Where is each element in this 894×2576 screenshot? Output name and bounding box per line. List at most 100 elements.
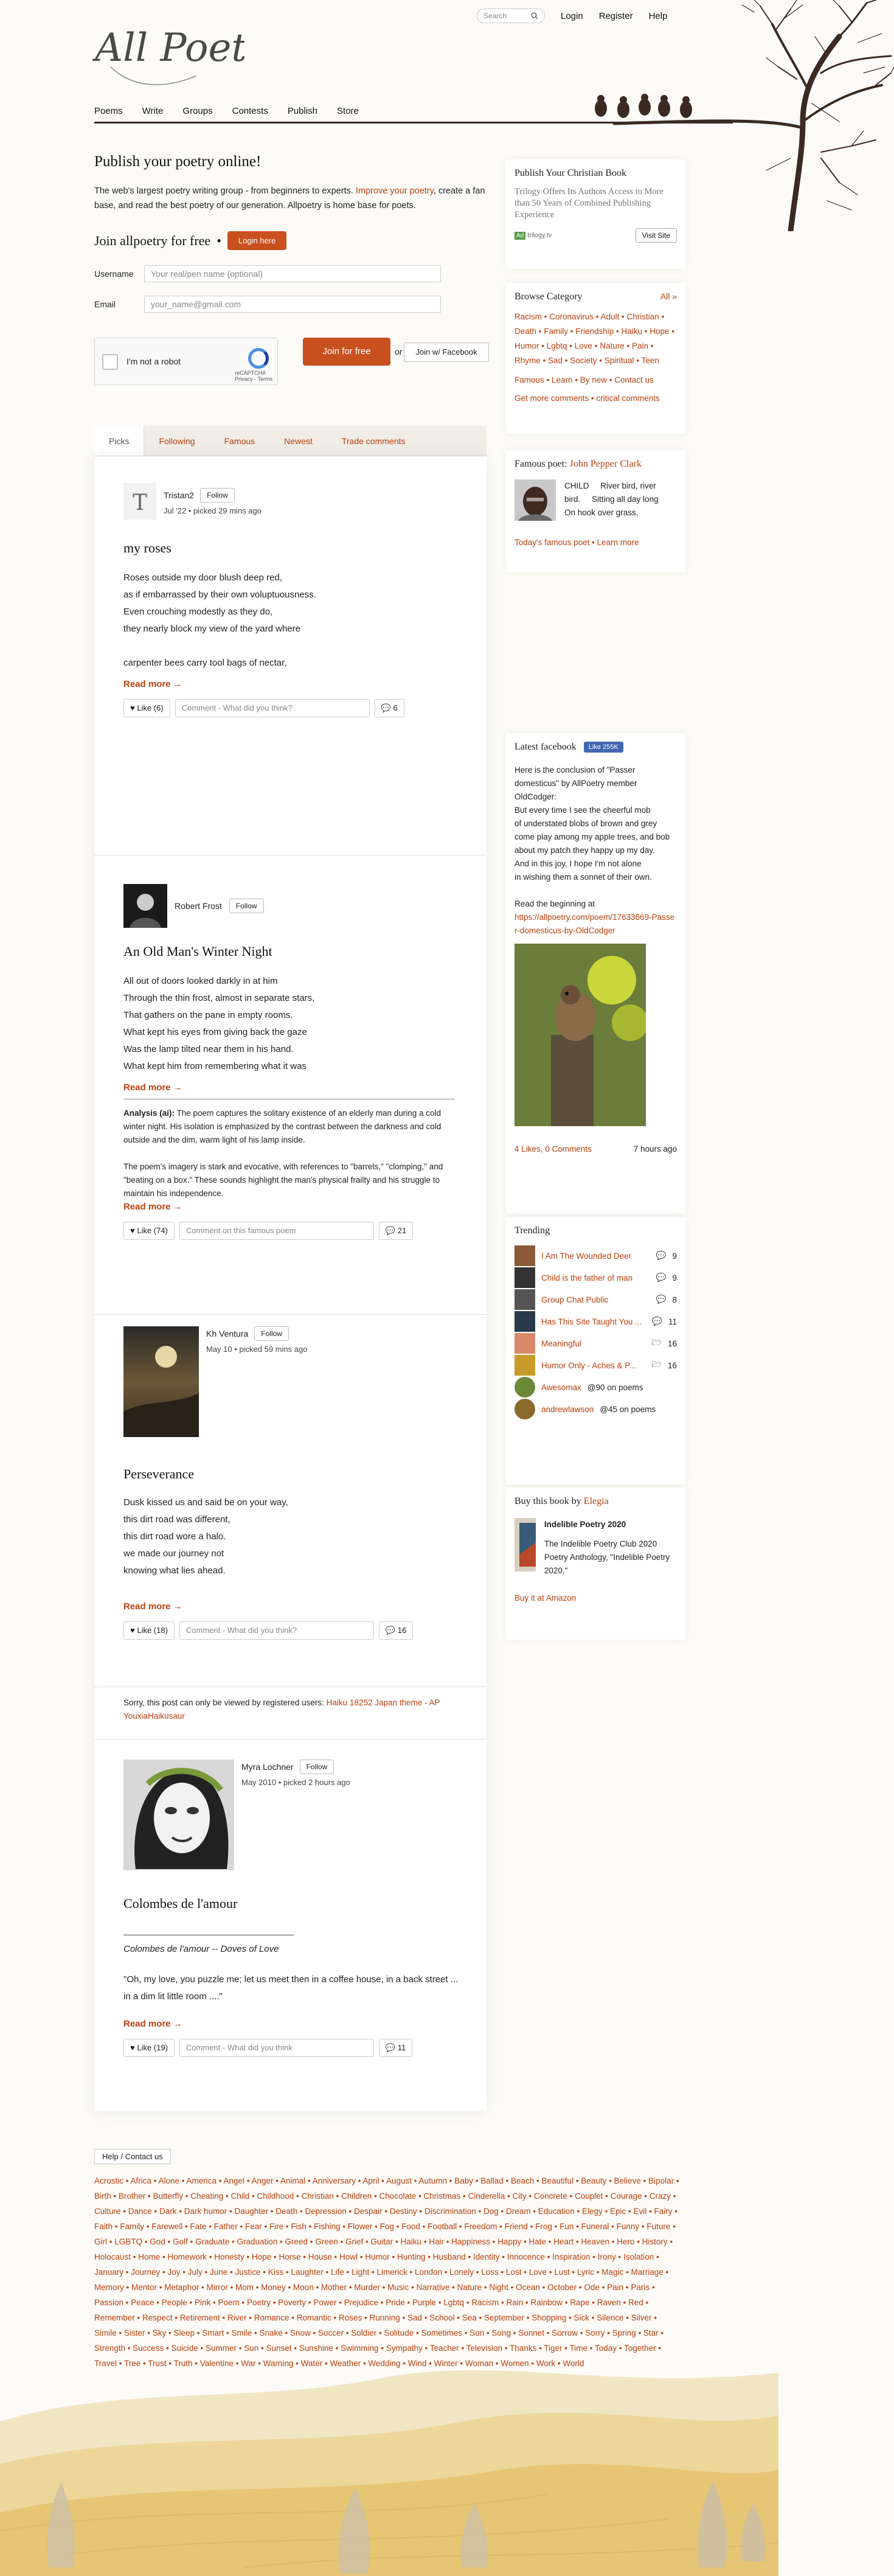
poem-title[interactable]: An Old Man's Winter Night (123, 944, 455, 959)
famous-link[interactable]: Famous (515, 375, 544, 385)
tab-following[interactable]: Following (144, 426, 209, 456)
nav-write[interactable]: Write (142, 106, 164, 116)
category-link[interactable]: Hope (650, 327, 669, 336)
join-facebook-button[interactable]: Join w/ Facebook (404, 343, 489, 362)
contact-link[interactable]: Contact us (614, 375, 654, 385)
captcha-checkbox[interactable] (102, 354, 118, 370)
avatar[interactable]: T (123, 483, 156, 520)
nav-publish[interactable]: Publish (288, 106, 317, 116)
like-button[interactable]: ♥ Like (19) (123, 2039, 175, 2057)
ad-title[interactable]: Publish Your Christian Book (515, 168, 677, 179)
book-title[interactable]: Indelible Poetry 2020 (544, 1518, 677, 1531)
famous-poet-link[interactable]: John Pepper Clark (570, 459, 642, 469)
browse-all-link[interactable]: All » (660, 291, 677, 302)
by-new-link[interactable]: By new (580, 375, 607, 385)
comment-count[interactable]: 💬 11 (378, 2039, 413, 2057)
nav-poems[interactable]: Poems (94, 106, 123, 116)
trending-person[interactable]: andrewlawson @45 on poems (515, 1398, 677, 1420)
comment-input[interactable]: Comment - What did you think? (179, 1621, 374, 1640)
comment-input[interactable]: Comment on this famous poem (179, 1222, 374, 1240)
category-link[interactable]: Haiku (622, 327, 643, 336)
read-more-link[interactable]: Read more → (123, 1082, 455, 1093)
buy-amazon-link[interactable]: Buy it at Amazon (515, 1591, 677, 1606)
category-link[interactable]: Sad (548, 356, 563, 365)
category-link[interactable]: Love (575, 341, 592, 350)
like-button[interactable]: ♥ Like (18) (123, 1621, 175, 1640)
poet-avatar[interactable] (515, 479, 556, 521)
follow-button[interactable]: Follow (229, 899, 264, 913)
category-link[interactable]: Teen (642, 356, 659, 365)
tab-trade-comments[interactable]: Trade comments (327, 426, 420, 456)
username-field[interactable]: Your real/pen name (optional) (144, 265, 441, 282)
comment-input[interactable]: Comment - What did you think? (175, 699, 370, 717)
read-more-link[interactable]: Read more → (123, 679, 404, 689)
visit-site-button[interactable]: Visit Site (635, 228, 677, 243)
nav-groups[interactable]: Groups (182, 106, 212, 116)
trending-item[interactable]: Child is the father of man 💬 9 (515, 1267, 677, 1289)
avatar[interactable] (123, 1760, 234, 1870)
category-link[interactable]: Pain (632, 341, 648, 350)
follow-button[interactable]: Follow (200, 487, 235, 503)
more-comments-link[interactable]: Get more comments • critical comments (515, 391, 677, 406)
read-more-link[interactable]: Read more → (123, 1601, 413, 1612)
comment-count[interactable]: 💬 6 (374, 699, 404, 717)
sparrow-photo[interactable] (515, 944, 648, 1126)
site-logo[interactable]: All Poetry (92, 18, 244, 97)
improve-poetry-link[interactable]: Improve your poetry (356, 186, 434, 196)
read-more-analysis-link[interactable]: Read more → (123, 1202, 455, 1212)
help-contact-button[interactable]: Help / Contact us (94, 2149, 171, 2164)
poem-title[interactable]: Perseverance (123, 1466, 413, 1482)
author-name[interactable]: Myra Lochner (241, 1762, 294, 1772)
category-link[interactable]: Lgbtq (547, 341, 567, 350)
category-link[interactable]: Humor (515, 341, 539, 350)
poem-title[interactable]: my roses (123, 540, 404, 556)
todays-famous-poet-link[interactable]: Today's famous poet • Learn more (515, 535, 677, 550)
category-link[interactable]: Friendship (575, 327, 614, 336)
nav-store[interactable]: Store (337, 106, 359, 116)
category-link[interactable]: Rhyme (515, 356, 541, 365)
author-name[interactable]: Kh Ventura (206, 1329, 248, 1338)
nav-contests[interactable]: Contests (232, 106, 268, 116)
trending-item[interactable]: Has This Site Taught You ... 💬 11 (515, 1311, 677, 1332)
category-link[interactable]: Family (544, 327, 568, 336)
trending-person[interactable]: Awesomax @90 on poems (515, 1376, 677, 1398)
email-field[interactable]: your_name@gmail.com (144, 296, 441, 313)
category-link[interactable]: Racism (515, 312, 542, 321)
tag-cloud[interactable]: Acrostic • Africa • Alone • America • An… (94, 2173, 679, 2371)
trending-item[interactable]: Group Chat Public 💬 8 (515, 1289, 677, 1311)
author-name[interactable]: Tristan2 (164, 490, 194, 500)
category-link[interactable]: Coronavirus (549, 312, 594, 321)
category-link[interactable]: Death (515, 327, 536, 336)
category-link[interactable]: Society (570, 356, 597, 365)
trending-item[interactable]: I Am The Wounded Deer 💬 9 (515, 1245, 677, 1267)
facebook-likes-link[interactable]: 4 Likes, 0 Comments (515, 1144, 592, 1154)
trending-item[interactable]: Humor Only - Aches & P... 🗁 16 (515, 1354, 677, 1376)
category-link[interactable]: Spiritual (605, 356, 634, 365)
learn-link[interactable]: Learn (552, 375, 573, 385)
book-author-link[interactable]: Elegia (584, 1496, 609, 1506)
like-button[interactable]: ♥ Like (6) (123, 699, 170, 717)
follow-button[interactable]: Follow (299, 1760, 334, 1774)
comment-input[interactable]: Comment - What did you think (179, 2039, 374, 2057)
join-free-button[interactable]: Join for free (303, 338, 390, 366)
author-name[interactable]: Robert Frost (175, 901, 222, 911)
avatar[interactable] (123, 1326, 199, 1437)
category-link[interactable]: Christian (627, 312, 659, 321)
facebook-like-button[interactable]: Like 255K (583, 742, 623, 753)
like-button[interactable]: ♥ Like (74) (123, 1222, 175, 1240)
trending-item[interactable]: Meaningful 🗁 16 (515, 1332, 677, 1354)
facebook-poem-link[interactable]: https://allpoetry.com/poem/17633669-Pass… (515, 913, 674, 935)
category-link[interactable]: Adult (601, 312, 620, 321)
ad-box[interactable]: Publish Your Christian Book Trilogy Offe… (506, 159, 685, 269)
tab-newest[interactable]: Newest (269, 426, 327, 456)
book-cover[interactable] (515, 1518, 536, 1572)
comment-count[interactable]: 💬 16 (378, 1621, 414, 1640)
tab-famous[interactable]: Famous (210, 426, 270, 456)
follow-button[interactable]: Follow (254, 1326, 289, 1341)
category-link[interactable]: Nature (600, 341, 625, 350)
poem-title[interactable]: Colombes de l'amour (123, 1896, 464, 1912)
avatar[interactable] (123, 884, 167, 928)
comment-count[interactable]: 💬 21 (378, 1222, 414, 1240)
tab-picks[interactable]: Picks (94, 426, 145, 456)
login-here-button[interactable]: Login here (227, 231, 287, 250)
